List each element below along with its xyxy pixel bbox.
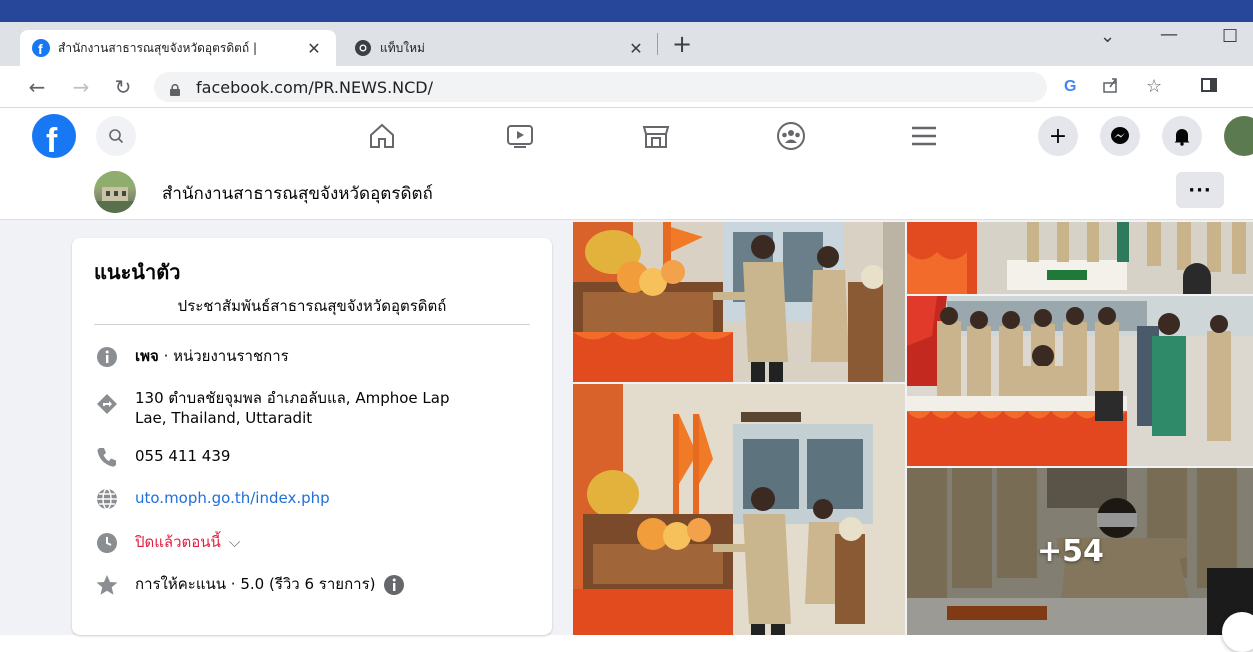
url-input[interactable]: facebook.com/PR.NEWS.NCD/ bbox=[154, 72, 1047, 102]
phone-number: 055 411 439 bbox=[135, 447, 231, 465]
page-avatar[interactable] bbox=[94, 171, 136, 213]
clock-icon bbox=[94, 532, 120, 554]
address-bar: ← → ↻ facebook.com/PR.NEWS.NCD/ G ☆ bbox=[0, 66, 1253, 108]
forward-icon[interactable]: → bbox=[68, 74, 94, 100]
reload-icon[interactable]: ↻ bbox=[110, 74, 136, 100]
side-panel-icon[interactable] bbox=[1200, 76, 1218, 99]
address-line-2: Lae, Thailand, Uttaradit bbox=[135, 409, 313, 427]
category-row: เพจ · หน่วยงานราชการ bbox=[94, 346, 289, 368]
rating-text: การให้คะแนน · 5.0 (รีวิว 6 รายการ) bbox=[135, 575, 376, 593]
chrome-favicon-icon bbox=[354, 39, 372, 57]
svg-text:f: f bbox=[46, 122, 58, 158]
photo-ceremony-1[interactable] bbox=[573, 222, 905, 382]
website-link[interactable]: uto.moph.go.th/index.php bbox=[135, 488, 330, 508]
share-icon[interactable] bbox=[1102, 76, 1120, 99]
address-row: 130 ตำบลชัยจุมพล อำเภอลับแล, Amphoe Lap L… bbox=[94, 388, 449, 428]
search-icon[interactable] bbox=[96, 116, 136, 156]
website-row: uto.moph.go.th/index.php bbox=[94, 488, 330, 510]
page-header-bar: สำนักงานสาธารณสุขจังหวัดอุตรดิตถ์ ··· bbox=[0, 164, 1253, 220]
facebook-top-nav: f + bbox=[0, 108, 1253, 164]
phone-row: 055 411 439 bbox=[94, 446, 230, 468]
category-text: · หน่วยงานราชการ bbox=[158, 347, 289, 365]
category-prefix: เพจ bbox=[135, 347, 159, 365]
menu-icon[interactable] bbox=[908, 120, 940, 152]
hours-status[interactable]: ปิดแล้วตอนนี้ bbox=[135, 532, 221, 552]
url-text: facebook.com/PR.NEWS.NCD/ bbox=[196, 77, 433, 97]
tab-title: สำนักงานสาธารณสุขจังหวัดอุตรดิตถ์ | bbox=[58, 40, 258, 55]
tab-active[interactable]: f สำนักงานสาธารณสุขจังหวัดอุตรดิตถ์ | ✕ bbox=[20, 30, 336, 66]
more-photos-count: +54 bbox=[1037, 534, 1104, 569]
intro-heading: แนะนำตัว bbox=[94, 260, 181, 284]
rating-row: การให้คะแนน · 5.0 (รีวิว 6 รายการ) bbox=[94, 574, 405, 600]
new-tab-button[interactable]: + bbox=[672, 30, 692, 58]
tab-separator bbox=[657, 33, 658, 55]
browser-tab-bar: f สำนักงานสาธารณสุขจังหวัดอุตรดิตถ์ | ✕ … bbox=[0, 22, 1253, 66]
groups-icon[interactable] bbox=[775, 120, 807, 152]
profile-avatar[interactable] bbox=[1224, 116, 1253, 156]
facebook-favicon-icon: f bbox=[32, 39, 50, 57]
tab-close-icon[interactable]: ✕ bbox=[626, 39, 646, 58]
bookmark-star-icon[interactable]: ☆ bbox=[1146, 76, 1162, 97]
watch-icon[interactable] bbox=[504, 120, 536, 152]
photo-signing[interactable]: +54 bbox=[907, 468, 1253, 635]
messenger-icon[interactable] bbox=[1100, 116, 1140, 156]
maximize-icon[interactable]: ☐ bbox=[1222, 26, 1253, 47]
plus-icon[interactable]: + bbox=[1038, 116, 1078, 156]
back-icon[interactable]: ← bbox=[24, 74, 50, 100]
tab-title: แท็บใหม่ bbox=[380, 40, 425, 55]
bell-icon[interactable] bbox=[1162, 116, 1202, 156]
photo-meeting-2[interactable] bbox=[907, 296, 1253, 466]
intro-bio: ประชาสัมพันธ์สาธารณสุขจังหวัดอุตรดิตถ์ bbox=[177, 297, 447, 315]
facebook-logo-icon[interactable]: f bbox=[32, 114, 76, 158]
more-options-button[interactable]: ··· bbox=[1176, 172, 1224, 208]
chevron-down-icon[interactable]: ⌵ bbox=[229, 532, 240, 552]
svg-text:f: f bbox=[38, 41, 43, 57]
page-title[interactable]: สำนักงานสาธารณสุขจังหวัดอุตรดิตถ์ bbox=[162, 180, 433, 207]
scroll-button[interactable] bbox=[1222, 612, 1253, 652]
google-icon[interactable]: G bbox=[1062, 76, 1080, 99]
tab-new-tab[interactable]: แท็บใหม่ ✕ bbox=[342, 30, 658, 66]
lock-icon bbox=[170, 81, 180, 96]
home-icon[interactable] bbox=[366, 120, 398, 152]
photo-grid: +54 bbox=[573, 222, 1253, 635]
window-title-strip bbox=[0, 0, 1253, 22]
tab-search-icon[interactable]: ⌄ bbox=[1100, 26, 1115, 47]
photo-meeting-1[interactable] bbox=[907, 222, 1253, 294]
intro-card: แนะนำตัว ประชาสัมพันธ์สาธารณสุขจังหวัดอุ… bbox=[72, 238, 552, 635]
rating-info-icon[interactable] bbox=[383, 574, 405, 600]
svg-text:G: G bbox=[1064, 78, 1076, 94]
info-icon bbox=[94, 346, 120, 368]
globe-icon bbox=[94, 488, 120, 510]
divider bbox=[94, 324, 530, 325]
hours-row: ปิดแล้วตอนนี้ ⌵ bbox=[94, 532, 240, 554]
minimize-icon[interactable]: — bbox=[1160, 24, 1178, 45]
star-icon bbox=[94, 574, 120, 596]
address-line-1: 130 ตำบลชัยจุมพล อำเภอลับแล, Amphoe Lap bbox=[135, 389, 450, 407]
phone-icon bbox=[94, 446, 120, 468]
photo-ceremony-2[interactable] bbox=[573, 384, 905, 635]
tab-close-icon[interactable]: ✕ bbox=[304, 39, 324, 58]
marketplace-icon[interactable] bbox=[640, 120, 672, 152]
directions-icon bbox=[94, 393, 120, 415]
